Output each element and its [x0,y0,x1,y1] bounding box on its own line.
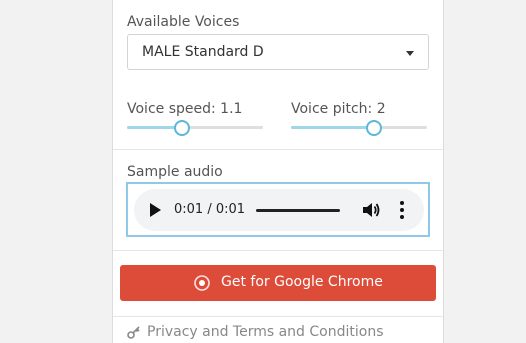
pitch-label: Voice pitch: 2 [291,101,386,117]
audio-progress-bar[interactable] [256,209,340,212]
audio-player: 0:01 / 0:01 [134,189,424,231]
speed-slider-fill [127,126,182,129]
get-for-chrome-button[interactable]: Get for Google Chrome [120,265,436,301]
pitch-slider-thumb[interactable] [365,120,382,136]
sample-audio-frame: 0:01 / 0:01 [126,182,430,237]
extension-panel: Available Voices MALE Standard D Voice s… [112,0,444,343]
speed-slider-thumb[interactable] [174,120,191,136]
privacy-link-label: Privacy and Terms and Conditions [147,324,384,340]
voice-select-value: MALE Standard D [142,44,264,60]
voice-select[interactable]: MALE Standard D [127,34,429,70]
audio-time: 0:01 / 0:01 [174,202,246,217]
key-icon [127,326,140,339]
divider [113,250,443,251]
divider [113,149,443,150]
pitch-slider[interactable] [291,120,427,136]
pitch-slider-fill [291,126,373,129]
chrome-icon [194,275,210,291]
sample-audio-label: Sample audio [127,164,223,180]
more-vert-icon[interactable] [400,201,404,219]
speed-slider[interactable] [127,120,263,136]
volume-icon[interactable] [362,202,380,218]
voices-label: Available Voices [127,14,240,30]
play-icon[interactable] [150,203,161,217]
speed-label: Voice speed: 1.1 [127,101,243,117]
privacy-link[interactable]: Privacy and Terms and Conditions [127,324,384,340]
get-for-chrome-label: Get for Google Chrome [221,274,383,290]
chevron-down-icon [406,51,414,56]
divider [113,316,443,317]
